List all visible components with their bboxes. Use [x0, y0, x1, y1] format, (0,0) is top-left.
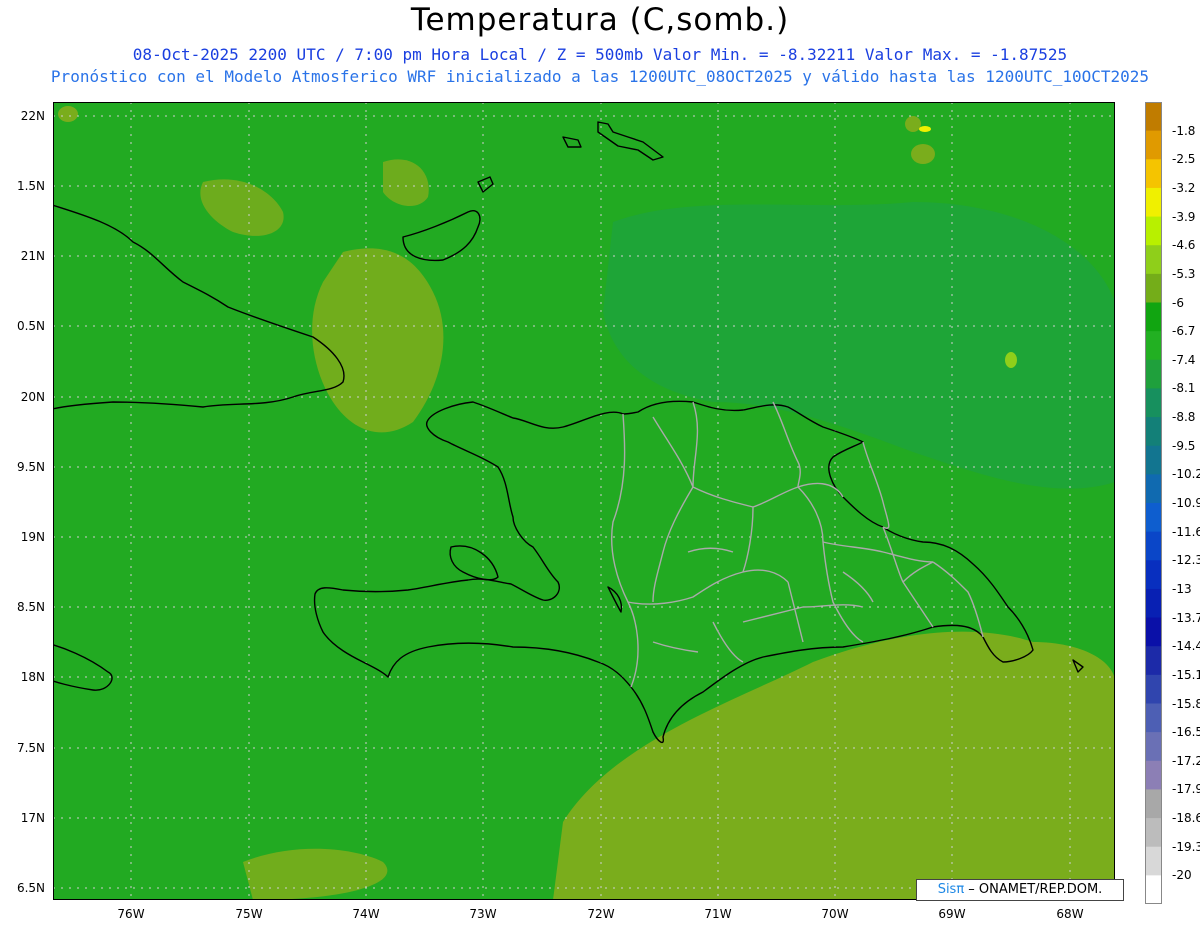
- colorbar-label: -11.6: [1172, 524, 1200, 539]
- lon-label: 74W: [352, 907, 380, 921]
- colorbar-label: -8.8: [1172, 410, 1196, 425]
- lon-label: 75W: [235, 907, 263, 921]
- lat-label: 19N: [20, 530, 45, 544]
- credit-text: – ONAMET/REP.DOM.: [964, 882, 1103, 897]
- colorbar-label: -5.3: [1172, 266, 1196, 281]
- colorbar-swatch: [1145, 102, 1162, 132]
- colorbar-label: -19.3: [1172, 839, 1200, 854]
- colorbar-swatch: [1145, 187, 1162, 218]
- map-title: Temperatura (C,somb.): [410, 2, 790, 38]
- colorbar-label: -1.8: [1172, 123, 1196, 138]
- colorbar-label: -6.7: [1172, 324, 1196, 339]
- colorbar-label: -17.2: [1172, 753, 1200, 768]
- forecast-time-line: 08-Oct-2025 2200 UTC / 7:00 pm Hora Loca…: [132, 45, 1068, 64]
- colorbar-label: -3.9: [1172, 209, 1196, 224]
- colorbar-swatch: [1145, 359, 1162, 389]
- colorbar-label: -7.4: [1172, 352, 1196, 367]
- colorbar-label: -17.9: [1172, 782, 1200, 797]
- colorbar-label: -15.1: [1172, 667, 1200, 682]
- lat-label: 9.5N: [16, 460, 45, 474]
- lon-label: 73W: [469, 907, 497, 921]
- colorbar-swatch: [1145, 388, 1162, 418]
- colorbar-swatch: [1145, 331, 1162, 361]
- colorbar-swatch: [1145, 703, 1162, 733]
- colorbar-label: -16.5: [1172, 725, 1200, 740]
- lon-label: 68W: [1056, 907, 1084, 921]
- colorbar-label: -2.5: [1172, 152, 1196, 167]
- lat-label: 17N: [20, 811, 45, 825]
- colorbar-swatch: [1145, 474, 1162, 504]
- lat-label: 18N: [20, 670, 45, 684]
- lat-label: 20N: [20, 390, 45, 404]
- colorbar-label: -6: [1172, 295, 1184, 310]
- colorbar-label: -4.6: [1172, 238, 1196, 253]
- colorbar-swatch: [1145, 445, 1162, 475]
- brand-logo: Sisπ: [937, 882, 965, 897]
- colorbar-label: -3.2: [1172, 180, 1196, 195]
- lon-label: 71W: [704, 907, 732, 921]
- colorbar-label: -18.6: [1172, 811, 1200, 826]
- colorbar-swatch: [1145, 503, 1162, 533]
- colorbar-swatch: [1145, 818, 1162, 848]
- lat-label: 1.5N: [16, 179, 45, 193]
- lat-label: 7.5N: [16, 741, 45, 755]
- lon-label: 69W: [938, 907, 966, 921]
- colorbar-label: -9.5: [1172, 438, 1196, 453]
- colorbar-label: -10.9: [1172, 496, 1200, 510]
- credit-box: Sisπ – ONAMET/REP.DOM.: [916, 879, 1124, 901]
- lat-label: 6.5N: [16, 881, 45, 895]
- colorbar-swatch: [1145, 588, 1162, 619]
- colorbar-swatch: [1145, 531, 1162, 561]
- colorbar-swatch: [1145, 760, 1162, 790]
- colorbar-swatch: [1145, 617, 1162, 647]
- colorbar-swatch: [1145, 302, 1162, 332]
- hot-spot: [919, 126, 931, 132]
- temperature-map: [53, 102, 1115, 900]
- colorbar-swatch: [1145, 674, 1162, 704]
- lat-label: 21N: [20, 249, 45, 263]
- colorbar-swatch: [1145, 245, 1162, 275]
- colorbar-swatch: [1145, 273, 1162, 303]
- colorbar-swatch: [1145, 130, 1162, 160]
- colorbar-label: -13: [1172, 581, 1192, 596]
- colorbar-swatch: [1145, 875, 1162, 904]
- colorbar-swatch: [1145, 646, 1162, 676]
- colorbar-swatch: [1145, 417, 1162, 447]
- colorbar-swatch: [1145, 846, 1162, 876]
- lat-label: 0.5N: [16, 319, 45, 333]
- colorbar-label: -15.8: [1172, 696, 1200, 711]
- colorbar-swatch: [1145, 159, 1162, 189]
- lat-label: 8.5N: [16, 600, 45, 614]
- colorbar-label: -20: [1172, 868, 1192, 883]
- colorbar-label: -14.4: [1172, 639, 1200, 654]
- lon-label: 72W: [587, 907, 615, 921]
- colorbar-swatch: [1145, 216, 1162, 246]
- lon-label: 76W: [117, 907, 145, 921]
- model-info-line: Pronóstico con el Modelo Atmosferico WRF…: [50, 67, 1150, 86]
- colorbar-label: -10.2: [1172, 467, 1200, 482]
- colorbar-swatch: [1145, 560, 1162, 590]
- colorbar-label: -13.7: [1172, 610, 1200, 625]
- colorbar-swatch: [1145, 789, 1162, 819]
- lat-label: 22N: [20, 109, 45, 123]
- colorbar: [1145, 102, 1162, 904]
- colorbar-label: -8.1: [1172, 381, 1196, 396]
- colorbar-swatch: [1145, 732, 1162, 762]
- lon-label: 70W: [821, 907, 849, 921]
- colorbar-label: -12.3: [1172, 553, 1200, 568]
